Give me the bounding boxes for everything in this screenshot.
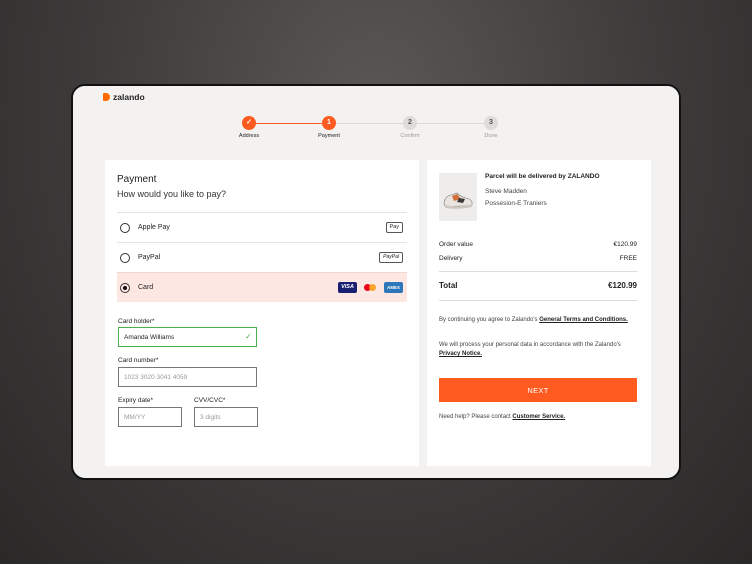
payment-title: Payment <box>117 174 157 185</box>
expiry-date-input[interactable] <box>118 407 182 427</box>
step-done: 3 Done <box>461 116 521 139</box>
visa-icon: VISA <box>338 282 357 293</box>
apple-pay-label: Apple Pay <box>138 224 170 231</box>
step-address[interactable]: ✓ Address <box>219 116 279 139</box>
payment-option-apple-pay[interactable]: Apple Pay Pay <box>117 212 407 242</box>
card-holder-input[interactable] <box>118 327 257 347</box>
paypal-icon: PayPal <box>379 252 403 263</box>
cvv-label: CVV/CVC* <box>194 397 226 404</box>
step-done-number: 3 <box>484 116 498 130</box>
sneaker-image <box>439 173 477 221</box>
total-label: Total <box>439 281 458 290</box>
order-value-amount: €120.99 <box>613 241 638 248</box>
step-payment-number: 1 <box>322 116 336 130</box>
checkout-window: zalando ✓ Address 1 Payment 2 Confirm 3 … <box>71 84 681 480</box>
delivery-label: Delivery <box>439 255 463 262</box>
terms-prefix: By continuing you agree to Zalando's <box>439 317 538 323</box>
paypal-radio[interactable] <box>120 252 130 263</box>
privacy-prefix: We will process your personal data in ac… <box>439 342 621 348</box>
order-summary-panel: Parcel will be delivered by ZALANDO Stev… <box>427 160 651 466</box>
privacy-link[interactable]: Privacy Notice. <box>439 351 482 357</box>
card-label: Card <box>138 284 154 291</box>
header-bar: zalando ✓ Address 1 Payment 2 Confirm 3 … <box>73 86 679 150</box>
privacy-text: We will process your personal data in ac… <box>439 341 637 359</box>
step-address-check-icon: ✓ <box>242 116 256 130</box>
next-button[interactable]: NEXT <box>439 378 637 402</box>
step-payment: 1 Payment <box>299 116 359 139</box>
card-number-label: Card number* <box>118 357 159 364</box>
terms-link[interactable]: General Terms and Conditions. <box>539 317 628 323</box>
delivery-note: Parcel will be delivered by ZALANDO <box>485 173 600 180</box>
terms-text: By continuing you agree to Zalando's Gen… <box>439 316 637 325</box>
step-address-label: Address <box>238 133 260 139</box>
step-done-label: Done <box>484 133 498 139</box>
total-amount: €120.99 <box>608 281 637 290</box>
card-holder-label: Card holder* <box>118 318 155 325</box>
delivery-value: FREE <box>619 255 637 262</box>
payment-option-card[interactable]: Card VISA AMEX <box>117 272 407 302</box>
customer-service-link[interactable]: Customer Service. <box>512 414 565 420</box>
step-confirm-label: Confirm <box>400 133 420 139</box>
paypal-label: PayPal <box>138 254 161 261</box>
card-number-input[interactable] <box>118 367 257 387</box>
cvv-input[interactable] <box>194 407 258 427</box>
order-value-label: Order value <box>439 241 473 248</box>
payment-subtitle: How would you like to pay? <box>117 189 227 199</box>
order-value-row: Order value €120.99 <box>439 241 637 248</box>
apple-pay-icon: Pay <box>385 222 403 233</box>
valid-check-icon: ✓ <box>245 332 252 341</box>
total-row: Total €120.99 <box>439 281 637 290</box>
expiry-date-label: Expiry date* <box>118 397 154 404</box>
help-text: Need help? Please contact Customer Servi… <box>439 413 637 422</box>
step-confirm: 2 Confirm <box>380 116 440 139</box>
card-radio[interactable] <box>120 282 130 293</box>
payment-option-paypal[interactable]: PayPal PayPal <box>117 242 407 272</box>
payment-panel: Payment How would you like to pay? Apple… <box>105 160 419 466</box>
product-brand: Steve Madden <box>485 188 527 195</box>
step-confirm-number: 2 <box>403 116 417 130</box>
amex-icon: AMEX <box>384 282 403 293</box>
checkout-stepper: ✓ Address 1 Payment 2 Confirm 3 Done <box>73 86 679 150</box>
delivery-row: Delivery FREE <box>439 255 637 262</box>
total-divider <box>439 300 637 301</box>
product-name: Possesion-E Traniers <box>485 200 547 207</box>
step-payment-label: Payment <box>318 133 340 139</box>
summary-divider <box>439 271 637 272</box>
mastercard-icon <box>361 282 380 293</box>
help-prefix: Need help? Please contact <box>439 414 511 420</box>
apple-pay-radio[interactable] <box>120 222 130 233</box>
